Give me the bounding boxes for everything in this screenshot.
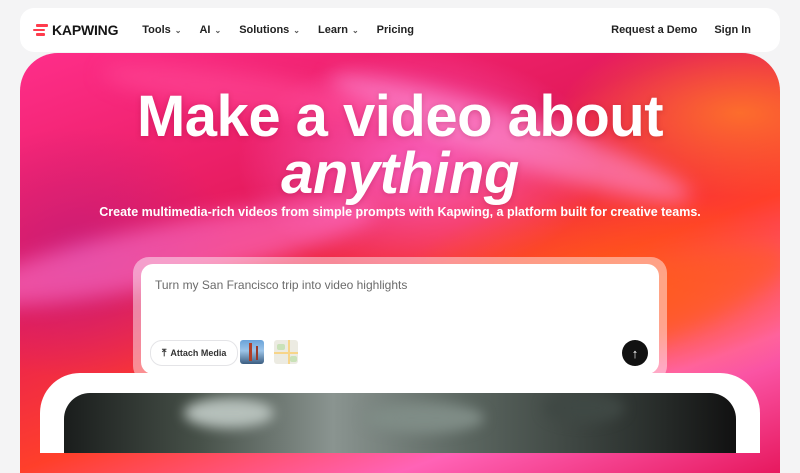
prompt-container: Turn my San Francisco trip into video hi… [133,257,667,382]
logo-icon [33,24,48,36]
logo-text: KAPWING [52,22,119,38]
nav-item-ai[interactable]: AI ⌄ [199,24,221,36]
bridge-tower [249,343,252,361]
nav-item-pricing[interactable]: Pricing [377,24,414,36]
hero-subtitle: Create multimedia-rich videos from simpl… [99,205,701,219]
map-thumbnail[interactable] [274,340,298,364]
headline-line2: anything [281,141,519,206]
chevron-down-icon: ⌄ [174,25,182,35]
nav-menu: Tools ⌄ AI ⌄ Solutions ⌄ Learn ⌄ Pricing [142,24,432,36]
nav-item-label: Tools [142,24,171,36]
preview-blur [364,403,484,433]
nav-item-label: AI [199,24,211,36]
nav-item-tools[interactable]: Tools ⌄ [142,24,181,36]
nav-item-label: Learn [318,24,348,36]
prompt-placeholder: Turn my San Francisco trip into video hi… [155,278,408,292]
request-demo-link[interactable]: Request a Demo [611,24,697,36]
nav-actions: Request a Demo Sign In [594,24,751,36]
map-park [290,356,297,362]
map-park [277,344,285,350]
chevron-down-icon: ⌄ [293,25,300,35]
top-nav: KAPWING Tools ⌄ AI ⌄ Solutions ⌄ Learn ⌄… [20,8,780,52]
nav-item-learn[interactable]: Learn ⌄ [318,24,359,36]
attach-media-button[interactable]: ⤒ Attach Media [150,340,239,366]
video-preview[interactable] [64,393,736,453]
upload-icon: ⤒ [162,347,167,359]
prompt-input[interactable]: Turn my San Francisco trip into video hi… [141,264,659,374]
bridge-tower [256,346,258,360]
nav-item-solutions[interactable]: Solutions ⌄ [239,24,300,36]
send-button[interactable]: ↑ [622,340,648,366]
arrow-up-icon: ↑ [631,345,639,361]
map-road [274,352,298,354]
sign-in-link[interactable]: Sign In [714,24,751,36]
chevron-down-icon: ⌄ [351,25,359,35]
nav-item-label: Solutions [239,24,290,36]
attach-media-label: Attach Media [170,348,227,358]
nav-item-label: Pricing [376,24,414,36]
chevron-down-icon: ⌄ [214,25,222,35]
preview-blur [184,398,274,428]
bridge-thumbnail[interactable] [240,340,264,364]
logo[interactable]: KAPWING [33,22,118,38]
preview-blur [544,393,624,423]
